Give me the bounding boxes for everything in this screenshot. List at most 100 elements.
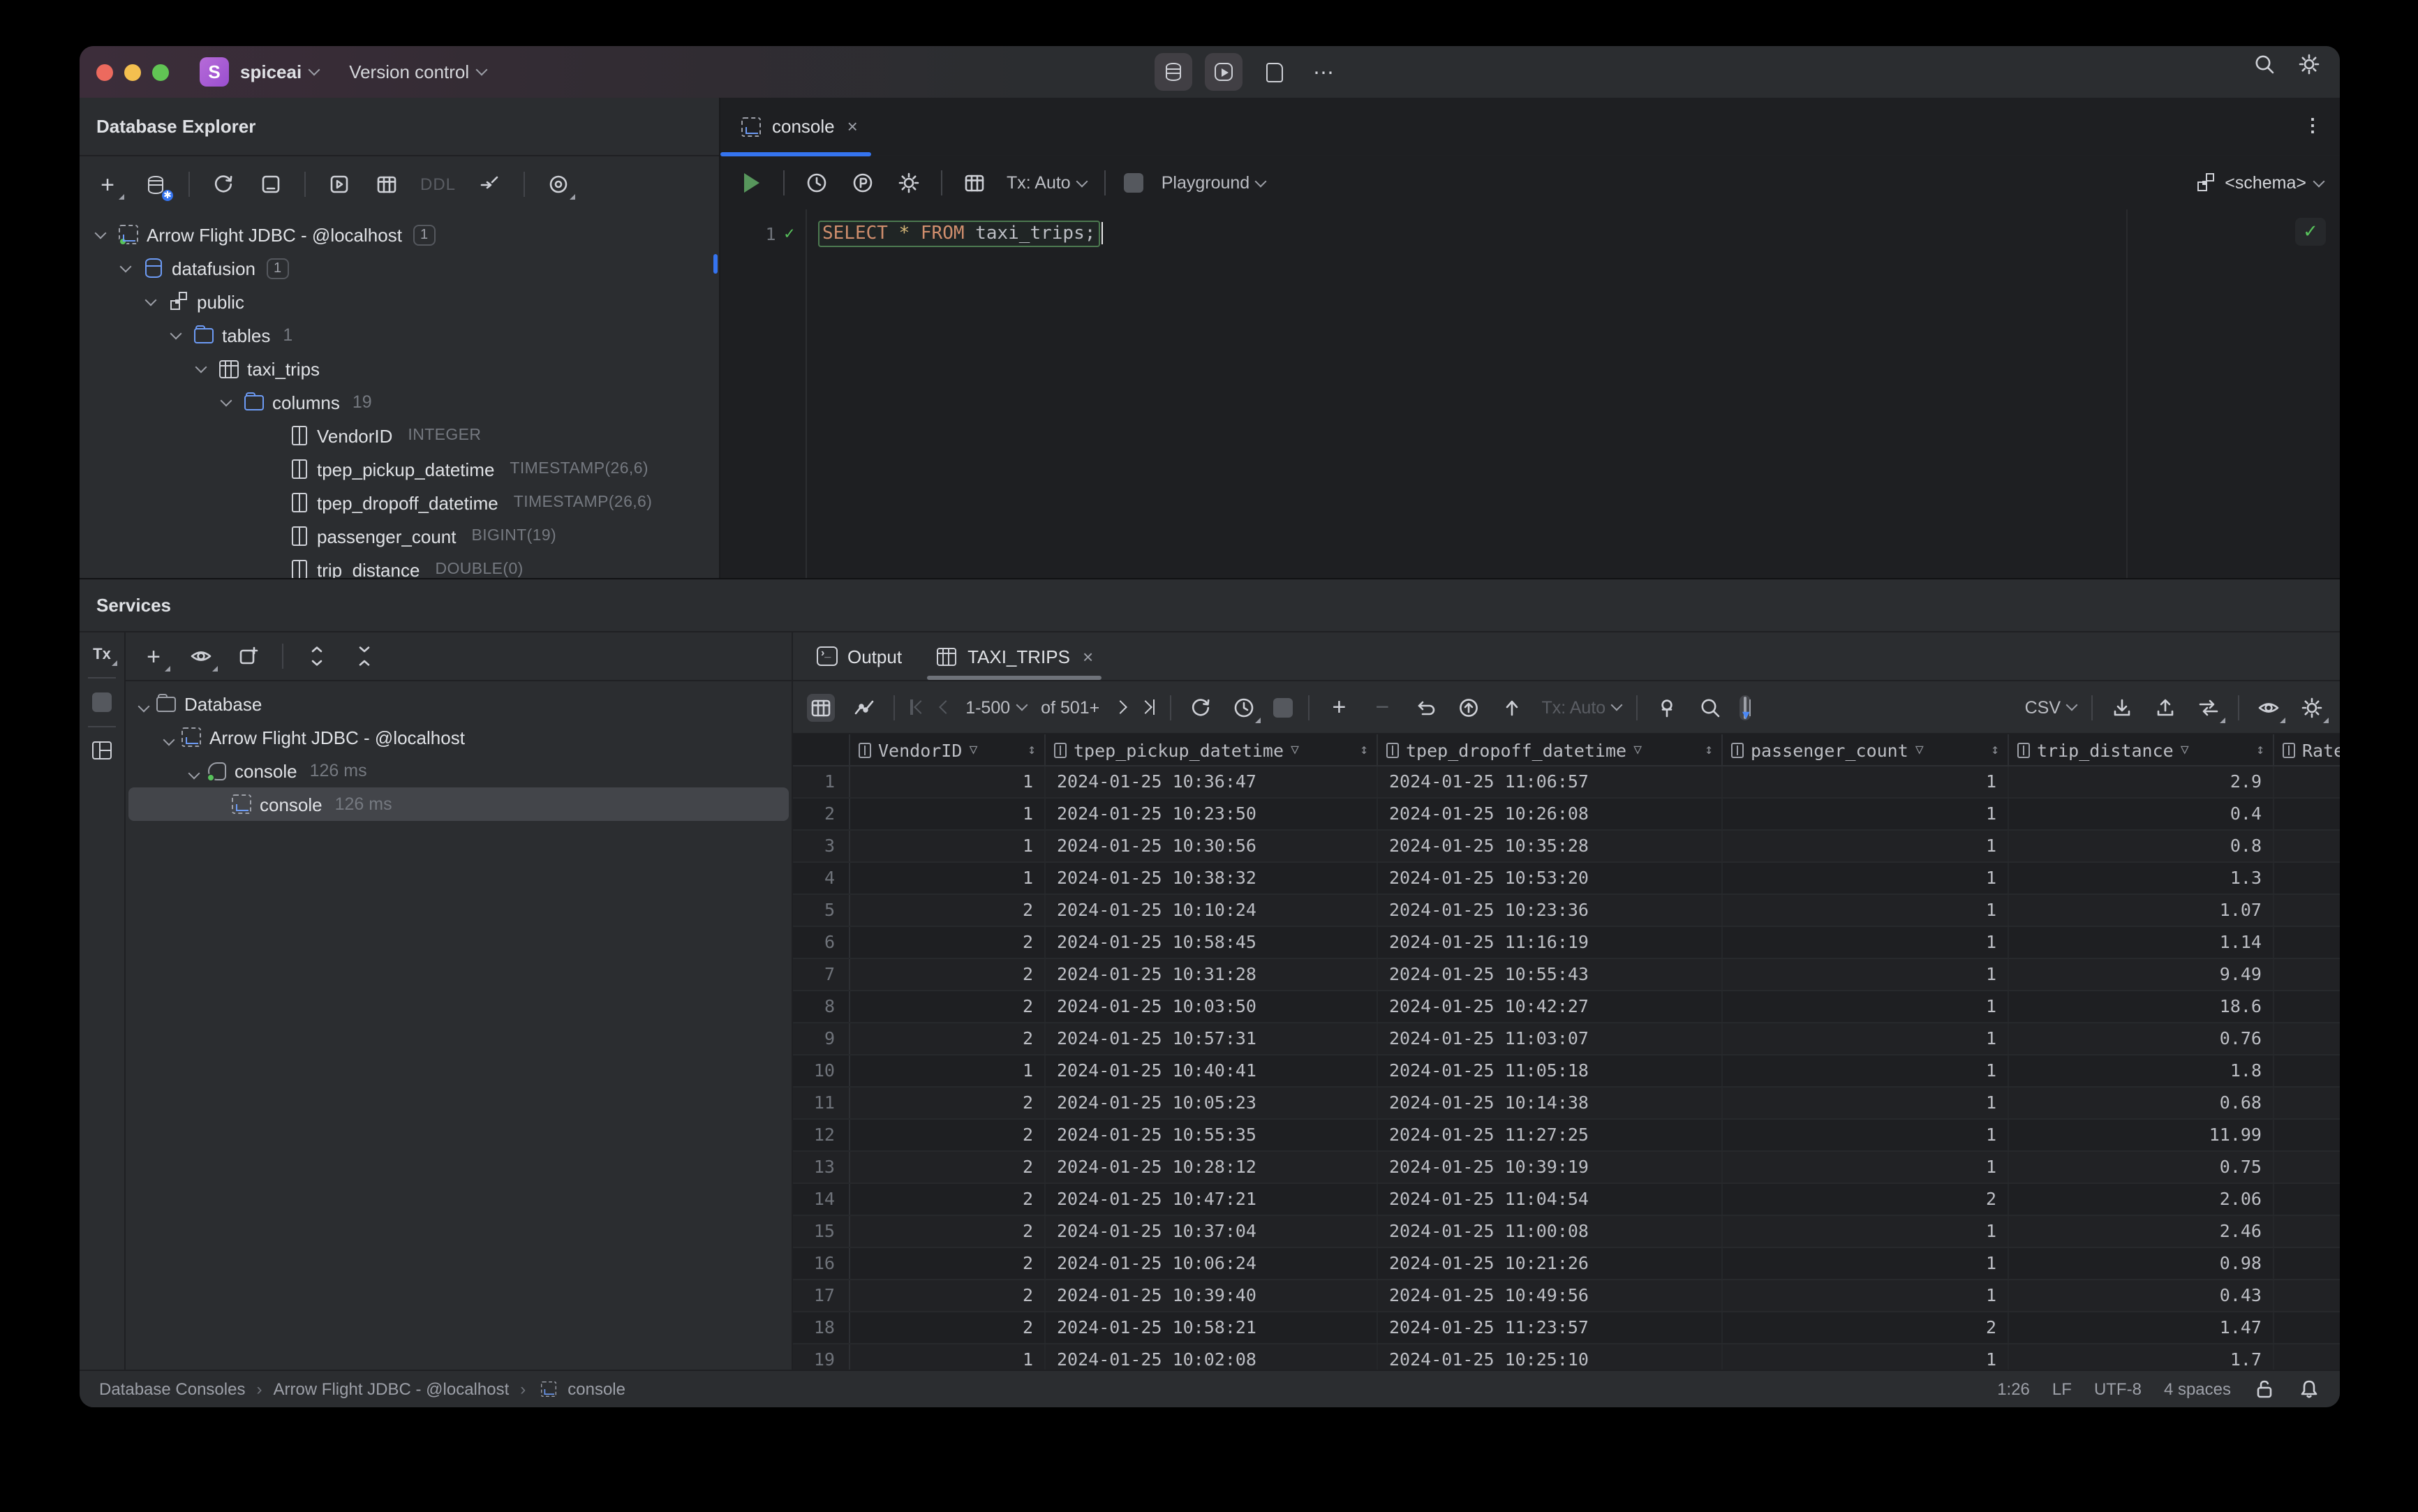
cell-vendor-id[interactable]: 2 (850, 991, 1046, 1022)
cell-vendor-id[interactable]: 2 (850, 927, 1046, 958)
cell-trip-distance[interactable]: 0.68 (2009, 1088, 2274, 1118)
cell-trip-distance[interactable]: 2.46 (2009, 1216, 2274, 1247)
cell-dropoff-datetime[interactable]: 2024-01-25 10:55:43 (1378, 959, 1723, 990)
chevron-expanded-icon[interactable] (195, 360, 207, 373)
cell-vendor-id[interactable]: 1 (850, 863, 1046, 894)
column-header[interactable]: tpep_pickup_datetime ▽ ↕ (1046, 734, 1378, 765)
cell-dropoff-datetime[interactable]: 2024-01-25 10:53:20 (1378, 863, 1723, 894)
tx-mode-select[interactable]: Tx: Auto (1007, 173, 1088, 193)
cell-dropoff-datetime[interactable]: 2024-01-25 10:26:08 (1378, 799, 1723, 829)
cell-dropoff-datetime[interactable]: 2024-01-25 10:14:38 (1378, 1088, 1723, 1118)
cell-pickup-datetime[interactable]: 2024-01-25 10:55:35 (1046, 1120, 1378, 1150)
datasource-settings-button[interactable]: ✱ (141, 170, 173, 201)
find-button[interactable] (1696, 693, 1724, 721)
cell-passenger-count[interactable]: 1 (1723, 959, 2009, 990)
add-service-button[interactable]: + (140, 642, 170, 672)
table-row[interactable]: 15 2 2024-01-25 10:37:04 2024-01-25 11:0… (793, 1216, 2340, 1248)
last-page-button[interactable] (1138, 699, 1155, 715)
cell-pickup-datetime[interactable]: 2024-01-25 10:58:21 (1046, 1312, 1378, 1343)
chevron-expanded-icon[interactable] (170, 327, 182, 339)
scrollbar-thumb[interactable] (713, 254, 718, 274)
cell-pickup-datetime[interactable]: 2024-01-25 10:06:24 (1046, 1248, 1378, 1279)
column-header[interactable]: passenger_count ▽ ↕ (1723, 734, 2009, 765)
cell-dropoff-datetime[interactable]: 2024-01-25 11:00:08 (1378, 1216, 1723, 1247)
run-widget-button[interactable] (1205, 53, 1243, 91)
cell-rate[interactable] (2274, 1280, 2340, 1311)
parameters-button[interactable] (849, 169, 877, 197)
import-data-button[interactable] (2151, 693, 2179, 721)
filter-funnel-icon[interactable]: ▽ (1291, 742, 1299, 757)
sort-icon[interactable]: ↕ (1028, 742, 1036, 757)
chevron-expanded-icon[interactable] (94, 226, 107, 239)
cell-dropoff-datetime[interactable]: 2024-01-25 10:39:19 (1378, 1152, 1723, 1183)
cell-dropoff-datetime[interactable]: 2024-01-25 10:42:27 (1378, 991, 1723, 1022)
file-encoding[interactable]: UTF-8 (2094, 1379, 2142, 1399)
cell-passenger-count[interactable]: 1 (1723, 863, 2009, 894)
pin-tab-button[interactable] (1653, 693, 1681, 721)
cell-pickup-datetime[interactable]: 2024-01-25 10:37:04 (1046, 1216, 1378, 1247)
ddl-button[interactable]: DDL (420, 175, 456, 194)
tree-item[interactable]: tpep_dropoff_datetime TIMESTAMP(26,6) (80, 486, 719, 519)
cell-dropoff-datetime[interactable]: 2024-01-25 10:21:26 (1378, 1248, 1723, 1279)
cell-rate[interactable] (2274, 1152, 2340, 1183)
cell-vendor-id[interactable]: 1 (850, 1055, 1046, 1086)
caret-position[interactable]: 1:26 (1997, 1379, 2030, 1399)
cell-pickup-datetime[interactable]: 2024-01-25 10:36:47 (1046, 766, 1378, 797)
filter-funnel-icon[interactable]: ▽ (1915, 742, 1924, 757)
results-view-button[interactable] (960, 169, 988, 197)
cell-rate[interactable] (2274, 1023, 2340, 1054)
tab-console[interactable]: console × (720, 98, 872, 156)
table-row[interactable]: 9 2 2024-01-25 10:57:31 2024-01-25 11:03… (793, 1023, 2340, 1055)
cell-vendor-id[interactable]: 1 (850, 831, 1046, 861)
cell-trip-distance[interactable]: 0.4 (2009, 799, 2274, 829)
cell-trip-distance[interactable]: 1.8 (2009, 1055, 2274, 1086)
cell-trip-distance[interactable]: 1.3 (2009, 863, 2274, 894)
breadcrumb-database-consoles[interactable]: Database Consoles (99, 1379, 245, 1399)
cell-dropoff-datetime[interactable]: 2024-01-25 10:35:28 (1378, 831, 1723, 861)
cell-dropoff-datetime[interactable]: 2024-01-25 11:03:07 (1378, 1023, 1723, 1054)
project-menu[interactable]: spiceai (240, 61, 320, 82)
first-page-button[interactable] (910, 699, 928, 715)
sort-icon[interactable]: ↕ (1360, 742, 1368, 757)
table-row[interactable]: 16 2 2024-01-25 10:06:24 2024-01-25 10:2… (793, 1248, 2340, 1280)
jump-to-console-button[interactable] (475, 170, 503, 198)
view-options-button[interactable] (187, 642, 218, 672)
cell-trip-distance[interactable]: 11.99 (2009, 1120, 2274, 1150)
table-row[interactable]: 6 2 2024-01-25 10:58:45 2024-01-25 11:16… (793, 927, 2340, 959)
service-tree-item[interactable]: Arrow Flight JDBC - @localhost (128, 720, 789, 754)
cell-rate[interactable] (2274, 766, 2340, 797)
close-icon[interactable]: × (1083, 646, 1093, 667)
cell-dropoff-datetime[interactable]: 2024-01-25 10:25:10 (1378, 1344, 1723, 1370)
more-actions-button[interactable]: ⋯ (1305, 53, 1343, 91)
table-row[interactable]: 5 2 2024-01-25 10:10:24 2024-01-25 10:23… (793, 895, 2340, 927)
service-tree-item[interactable]: console 126 ms (128, 787, 789, 821)
cell-vendor-id[interactable]: 2 (850, 1216, 1046, 1247)
cell-rate[interactable] (2274, 799, 2340, 829)
cell-dropoff-datetime[interactable]: 2024-01-25 11:23:57 (1378, 1312, 1723, 1343)
submit-button[interactable] (1455, 693, 1483, 721)
indent-style[interactable]: 4 spaces (2164, 1379, 2231, 1399)
close-window-button[interactable] (96, 64, 113, 80)
cell-pickup-datetime[interactable]: 2024-01-25 10:38:32 (1046, 863, 1378, 894)
execute-button[interactable] (737, 169, 765, 197)
cell-passenger-count[interactable]: 1 (1723, 1088, 2009, 1118)
cell-vendor-id[interactable]: 2 (850, 1184, 1046, 1215)
table-row[interactable]: 17 2 2024-01-25 10:39:40 2024-01-25 10:4… (793, 1280, 2340, 1312)
split-layout-button[interactable] (92, 741, 112, 759)
column-header[interactable]: VendorID ▽ ↕ (850, 734, 1046, 765)
filter-funnel-icon[interactable]: ▽ (969, 742, 977, 757)
cell-pickup-datetime[interactable]: 2024-01-25 10:31:28 (1046, 959, 1378, 990)
sql-statement[interactable]: SELECT * FROM taxi_trips ; (818, 220, 1100, 246)
cell-vendor-id[interactable]: 2 (850, 1152, 1046, 1183)
tree-item[interactable]: tpep_pickup_datetime TIMESTAMP(26,6) (80, 452, 719, 486)
table-row[interactable]: 1 1 2024-01-25 10:36:47 2024-01-25 11:06… (793, 766, 2340, 799)
table-row[interactable]: 8 2 2024-01-25 10:03:50 2024-01-25 10:42… (793, 991, 2340, 1023)
cell-trip-distance[interactable]: 2.06 (2009, 1184, 2274, 1215)
tab-taxi-trips[interactable]: TAXI_TRIPS × (921, 632, 1107, 680)
chevron-expanded-icon[interactable] (138, 699, 150, 712)
table-row[interactable]: 18 2 2024-01-25 10:58:21 2024-01-25 11:2… (793, 1312, 2340, 1344)
sort-icon[interactable]: ↕ (1705, 742, 1713, 757)
table-row[interactable]: 3 1 2024-01-25 10:30:56 2024-01-25 10:35… (793, 831, 2340, 863)
open-in-new-tab-button[interactable] (235, 642, 262, 670)
cell-passenger-count[interactable]: 1 (1723, 1248, 2009, 1279)
